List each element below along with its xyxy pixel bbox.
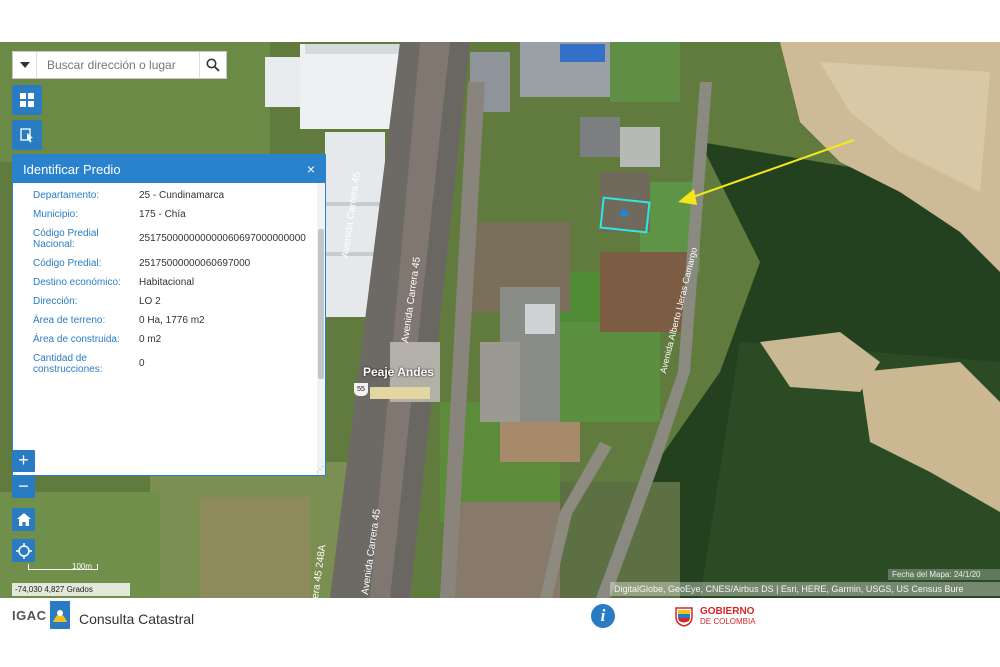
panel-scrollbar[interactable]: [317, 183, 325, 475]
identify-tool-button[interactable]: [12, 120, 42, 150]
panel-header: Identificar Predio ×: [13, 155, 325, 183]
app-frame: Avenida Carrera 45 Avenida Carrera 45 Av…: [0, 0, 1000, 667]
scale-label: 100m: [72, 562, 93, 571]
attr-label: Municipio:: [33, 209, 79, 220]
igac-logo-text: IGAC: [12, 607, 47, 623]
zoom-out-button[interactable]: −: [12, 476, 35, 498]
igac-logo[interactable]: IGAC: [12, 599, 71, 631]
map-view[interactable]: Avenida Carrera 45 Avenida Carrera 45 Av…: [0, 42, 1000, 598]
attr-value: 0 Ha, 1776 m2: [139, 315, 205, 326]
identify-parcel-panel: Identificar Predio × Departamento: 25 - C…: [12, 154, 326, 476]
attr-value: 25 - Cundinamarca: [139, 190, 225, 201]
attr-label: Área de terreno:: [33, 315, 106, 326]
map-date: Fecha del Mapa: 24/1/20: [888, 569, 1000, 580]
attr-value: 0 m2: [139, 334, 162, 345]
search-icon: [206, 58, 220, 72]
attr-label: Dirección:: [33, 296, 78, 307]
coordinate-readout: -74,030 4,827 Grados: [12, 583, 130, 596]
search-bar: [12, 51, 227, 79]
attr-row-area-terreno: Área de terreno: 0 Ha, 1776 m2: [33, 315, 325, 326]
search-source-dropdown[interactable]: [13, 52, 37, 78]
panel-body: Departamento: 25 - Cundinamarca Municipio…: [13, 183, 325, 475]
attr-label: Destino económico:: [33, 277, 121, 288]
gov-line2: DE COLOMBIA: [700, 616, 756, 626]
attr-row-construcciones: Cantidad de construcciones: 0: [33, 353, 325, 375]
attr-value: 25175000000060697000: [139, 258, 251, 269]
close-icon[interactable]: ×: [307, 161, 315, 177]
attr-row-area-construida: Área de construida: 0 m2: [33, 334, 325, 345]
igac-emblem-icon: [49, 601, 70, 629]
attr-value: 251750000000000060697000000000: [139, 233, 306, 244]
app-name: Consulta Catastral: [79, 611, 195, 627]
attr-row-codigo-predial: Código Predial: 25175000000060697000: [33, 258, 325, 269]
grid-icon: [20, 93, 34, 107]
attr-label: Departamento:: [33, 190, 100, 201]
home-button[interactable]: [12, 508, 35, 531]
resize-handle-icon[interactable]: ⋰: [316, 465, 324, 474]
attr-label: Cantidad de construcciones:: [33, 353, 103, 375]
attr-row-destino: Destino económico: Habitacional: [33, 277, 325, 288]
attr-label: Área de construida:: [33, 334, 120, 345]
attr-value: Habitacional: [139, 277, 195, 288]
gobierno-logo[interactable]: GOBIERNO DE COLOMBIA: [673, 605, 756, 627]
attr-row-direccion: Dirección: LO 2: [33, 296, 325, 307]
search-input[interactable]: [37, 52, 199, 78]
identify-pointer-icon: [20, 128, 33, 143]
locate-button[interactable]: [12, 539, 35, 562]
attr-row-municipio: Municipio: 175 - Chía: [33, 209, 325, 220]
attr-label: Código Predial Nacional:: [33, 228, 99, 250]
gov-line1: GOBIERNO: [700, 605, 755, 617]
zoom-in-button[interactable]: +: [12, 450, 35, 472]
caret-down-icon: [19, 62, 30, 68]
coat-of-arms-icon: [675, 607, 693, 627]
panel-title: Identificar Predio: [23, 161, 121, 177]
attr-value: LO 2: [139, 296, 161, 307]
highway-shield-icon: 55: [354, 383, 368, 396]
attr-label: Código Predial:: [33, 258, 102, 269]
attr-row-departamento: Departamento: 25 - Cundinamarca: [33, 190, 325, 201]
footer-bar: IGAC Consulta Catastral i GOBIERNO DE CO…: [0, 598, 1000, 638]
attr-value: 0: [139, 358, 145, 369]
home-icon: [16, 513, 31, 526]
info-button[interactable]: i: [591, 604, 615, 628]
poi-label-peaje: Peaje Andes: [363, 365, 434, 379]
crosshair-icon: [15, 542, 32, 559]
scrollbar-thumb[interactable]: [318, 229, 324, 379]
basemap-gallery-button[interactable]: [12, 85, 42, 115]
search-button[interactable]: [199, 52, 225, 78]
map-attribution: DigitalGlobe, GeoEye, CNES/Airbus DS | E…: [610, 582, 1000, 596]
attr-row-codigo-nacional: Código Predial Nacional: 2517500000000000…: [33, 228, 325, 250]
attr-value: 175 - Chía: [139, 209, 186, 220]
